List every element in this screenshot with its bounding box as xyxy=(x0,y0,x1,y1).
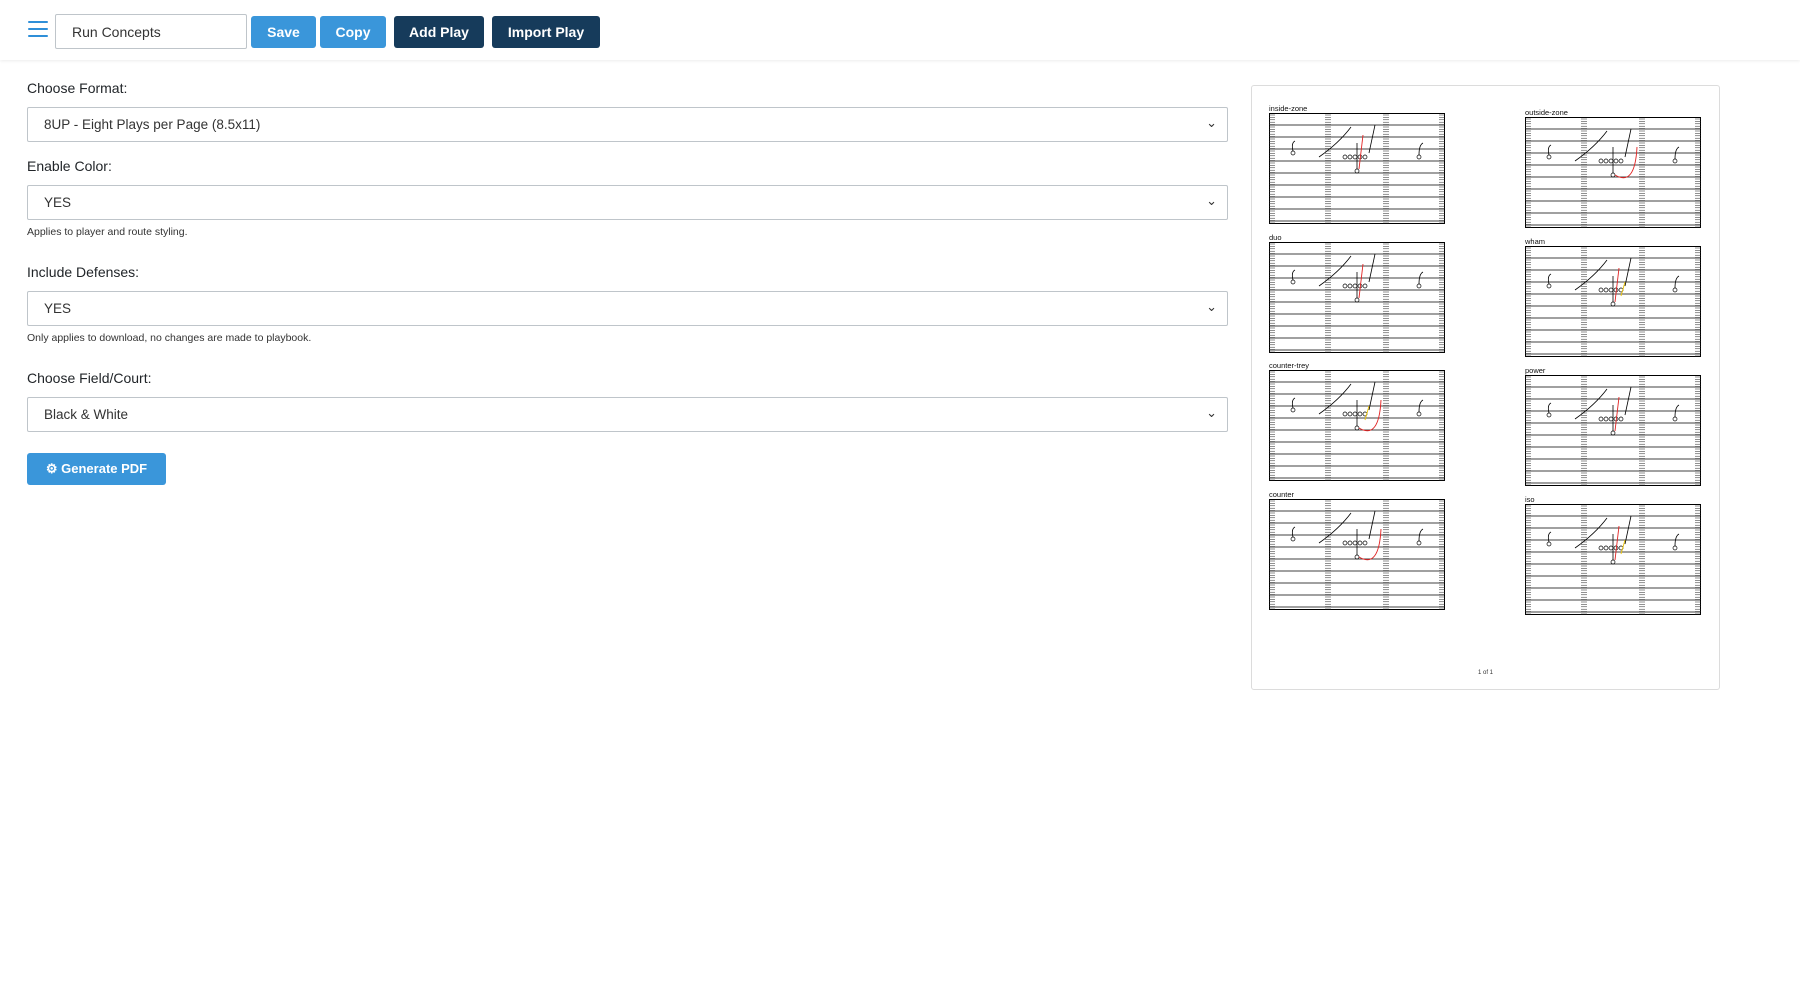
defenses-help-text: Only applies to download, no changes are… xyxy=(27,332,312,344)
color-select[interactable]: YES ⌄ xyxy=(27,185,1228,220)
defenses-label: Include Defenses: xyxy=(27,264,140,280)
chevron-down-icon: ⌄ xyxy=(1206,193,1217,208)
play-name: duo xyxy=(1269,233,1282,242)
play-card: outside-zone xyxy=(1525,108,1701,229)
play-name: iso xyxy=(1525,495,1535,504)
add-play-button[interactable]: Add Play xyxy=(394,16,484,48)
generate-pdf-label: Generate PDF xyxy=(61,461,148,476)
export-settings-form: Choose Format: 8UP - Eight Plays per Pag… xyxy=(27,80,1228,432)
page-indicator: 1 of 1 xyxy=(1477,670,1493,676)
play-name: outside-zone xyxy=(1525,108,1568,117)
format-select[interactable]: 8UP - Eight Plays per Page (8.5x11) ⌄ xyxy=(27,107,1228,142)
color-help-text: Applies to player and route styling. xyxy=(27,226,188,238)
play-card: power xyxy=(1525,366,1701,487)
play-name: wham xyxy=(1525,237,1546,246)
copy-button[interactable]: Copy xyxy=(320,16,386,48)
play-card: iso xyxy=(1525,495,1701,616)
playbook-name-input[interactable] xyxy=(55,14,247,49)
play-name: counter xyxy=(1269,490,1295,499)
color-label: Enable Color: xyxy=(27,158,112,174)
play-card: counter xyxy=(1269,490,1445,611)
chevron-down-icon: ⌄ xyxy=(1206,115,1217,130)
play-card: inside-zone xyxy=(1269,104,1445,225)
play-card: duo xyxy=(1269,233,1445,354)
defenses-select-value: YES xyxy=(44,301,72,316)
import-play-button[interactable]: Import Play xyxy=(492,16,600,48)
color-select-value: YES xyxy=(44,195,72,210)
gear-icon: ⚙ xyxy=(45,461,58,476)
play-name: counter-trey xyxy=(1269,361,1310,370)
format-select-value: 8UP - Eight Plays per Page (8.5x11) xyxy=(44,117,261,132)
chevron-down-icon: ⌄ xyxy=(1206,405,1217,420)
field-select-value: Black & White xyxy=(44,407,129,422)
hamburger-menu-icon[interactable] xyxy=(28,21,48,37)
format-label: Choose Format: xyxy=(27,80,128,96)
defenses-select[interactable]: YES ⌄ xyxy=(27,291,1228,326)
play-card: counter-trey xyxy=(1269,361,1445,482)
color-group: Enable Color: YES ⌄ Applies to player an… xyxy=(27,158,1228,238)
field-label: Choose Field/Court: xyxy=(27,370,152,386)
field-select[interactable]: Black & White ⌄ xyxy=(27,397,1228,432)
play-name: power xyxy=(1525,366,1546,375)
defenses-group: Include Defenses: YES ⌄ Only applies to … xyxy=(27,264,1228,344)
chevron-down-icon: ⌄ xyxy=(1206,299,1217,314)
field-group: Choose Field/Court: Black & White ⌄ xyxy=(27,370,1228,432)
play-name: inside-zone xyxy=(1269,104,1308,113)
pdf-preview: inside-zone outside-zone duo wham counter-tr… xyxy=(1251,85,1720,690)
save-button[interactable]: Save xyxy=(251,16,316,48)
generate-pdf-button[interactable]: ⚙ Generate PDF xyxy=(27,453,166,485)
play-card: wham xyxy=(1525,237,1701,358)
top-toolbar: Save Copy Add Play Import Play xyxy=(0,0,1800,60)
format-group: Choose Format: 8UP - Eight Plays per Pag… xyxy=(27,80,1228,142)
